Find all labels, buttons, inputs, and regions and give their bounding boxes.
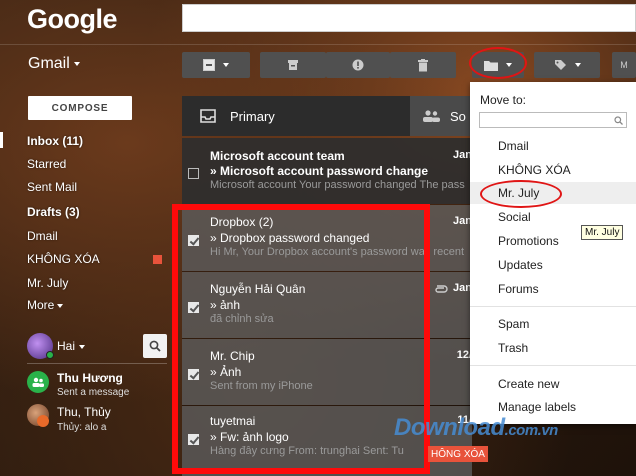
hangouts-user[interactable]: Hai (57, 339, 86, 353)
menu-divider (470, 365, 636, 366)
tab-primary[interactable]: Primary (182, 96, 410, 136)
sidebar-item-drafts[interactable]: Drafts (3) (27, 205, 80, 219)
menu-item-spam[interactable]: Spam (498, 317, 529, 331)
chevron-down-icon (73, 61, 80, 66)
search-icon (149, 340, 161, 352)
sidebar-item-inbox[interactable]: Inbox (11) (27, 134, 83, 148)
more-label: M (620, 60, 628, 70)
chevron-down-icon (57, 303, 64, 308)
contact-avatar[interactable] (27, 371, 49, 393)
menu-filter-input[interactable] (479, 112, 627, 128)
menu-item-updates[interactable]: Updates (498, 258, 543, 272)
menu-item-manage-labels[interactable]: Manage labels (498, 400, 576, 414)
label-color-square (153, 255, 162, 264)
tab-label: So (450, 108, 466, 124)
email-snippet: Microsoft account Your password changed … (210, 179, 465, 191)
archive-icon (288, 60, 298, 70)
sidebar-item-mr-july[interactable]: Mr. July (27, 276, 68, 290)
email-row[interactable]: Microsoft account team » Microsoft accou… (182, 138, 472, 204)
menu-item-promotions[interactable]: Promotions (498, 234, 559, 248)
delete-button[interactable] (390, 52, 456, 78)
more-label: More (27, 298, 55, 312)
group-icon (32, 377, 44, 387)
chevron-down-icon (574, 63, 581, 67)
menu-title: Move to: (480, 93, 527, 107)
chevron-down-icon (79, 344, 86, 349)
menu-item-dmail[interactable]: Dmail (498, 139, 529, 153)
sidebar-item-more[interactable]: More (27, 298, 64, 312)
header-divider (0, 44, 636, 45)
contact-name[interactable]: Thu Hương (57, 371, 123, 385)
move-to-menu: Move to: Dmail KHÔNG XÓA Mr. July Social… (470, 82, 636, 424)
tag-icon (554, 59, 566, 70)
archive-button[interactable] (260, 52, 326, 78)
online-status-icon (46, 351, 54, 359)
tab-label: Primary (230, 108, 275, 124)
email-checkbox[interactable] (188, 168, 199, 179)
more-actions-button[interactable]: M (612, 52, 636, 78)
menu-item-trash[interactable]: Trash (498, 341, 528, 355)
watermark-main: Download (394, 414, 505, 441)
contact-status: Sent a message (57, 387, 130, 398)
tooltip: Mr. July (581, 225, 624, 240)
search-input[interactable] (182, 4, 636, 32)
contact-avatar-secondary (37, 415, 49, 427)
active-indicator (0, 132, 3, 148)
annotation-circle-mr-july (480, 180, 562, 208)
trash-icon (418, 58, 428, 71)
checkbox-icon (203, 59, 215, 71)
tab-social[interactable]: So (410, 96, 470, 136)
annotation-circle-folder (469, 47, 527, 79)
sidebar-item-dmail[interactable]: Dmail (27, 229, 58, 243)
menu-item-forums[interactable]: Forums (498, 282, 539, 296)
chevron-down-icon (223, 63, 229, 67)
sidebar-item-khong-xoa[interactable]: KHÔNG XÓA (27, 252, 100, 266)
hangouts-user-name: Hai (57, 339, 76, 353)
google-logo: Google (27, 4, 118, 34)
contact-name[interactable]: Thu, Thủy (57, 405, 111, 419)
hangouts-search-button[interactable] (143, 334, 167, 358)
email-sender: Microsoft account team (210, 149, 345, 163)
search-icon (614, 116, 623, 125)
compose-button[interactable]: COMPOSE (28, 96, 132, 120)
label-tag[interactable]: HÔNG XÓA (428, 446, 488, 462)
watermark-suffix: .com.vn (504, 422, 559, 439)
report-spam-button[interactable] (326, 52, 390, 78)
menu-item-social[interactable]: Social (498, 210, 531, 224)
email-subject: » Microsoft account password change (210, 164, 429, 178)
sidebar-item-starred[interactable]: Starred (27, 157, 66, 171)
inbox-icon (200, 109, 216, 123)
watermark: Download.com.vn (394, 414, 558, 442)
gmail-switcher[interactable]: Gmail (28, 55, 80, 73)
spam-icon (352, 59, 364, 71)
attachment-icon (435, 285, 448, 293)
annotation-red-box (172, 204, 430, 474)
hangouts-divider (27, 363, 167, 364)
sidebar-item-sent[interactable]: Sent Mail (27, 180, 77, 194)
menu-item-create-new[interactable]: Create new (498, 377, 559, 391)
menu-item-khong-xoa[interactable]: KHÔNG XÓA (498, 163, 571, 177)
gmail-label: Gmail (28, 55, 70, 72)
menu-divider (470, 306, 636, 307)
contact-status: Thủy: alo a (57, 422, 107, 433)
select-all-button[interactable] (182, 52, 250, 78)
labels-button[interactable] (534, 52, 600, 78)
people-icon (423, 110, 440, 122)
